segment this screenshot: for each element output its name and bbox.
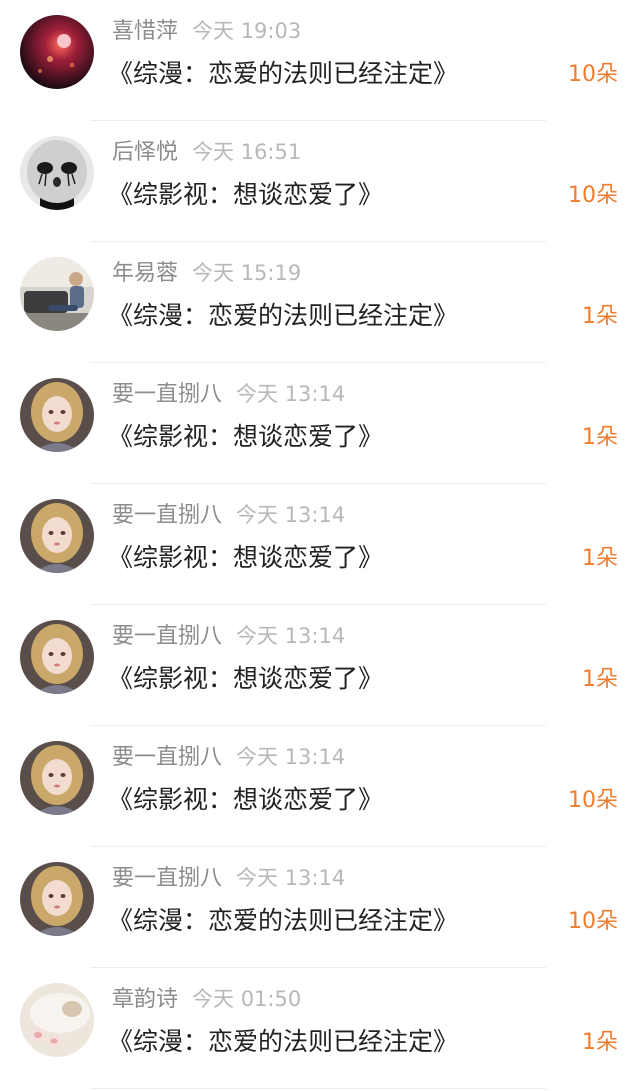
username[interactable]: 章韵诗	[112, 987, 178, 1012]
book-title[interactable]: 《综漫：恋爱的法则已经注定》	[108, 55, 458, 93]
avatar-cat-paws-image	[20, 983, 94, 1057]
timestamp: 今天 19:03	[192, 19, 302, 43]
username[interactable]: 要一直捌八	[112, 503, 222, 528]
gift-count: 1朵	[582, 1030, 618, 1055]
timestamp: 今天 15:19	[192, 261, 302, 285]
list-item[interactable]: 后怿悦 今天 16:51 《综影视：想谈恋爱了》 10朵	[0, 121, 640, 242]
timestamp: 今天 13:14	[236, 745, 346, 769]
avatar[interactable]	[20, 983, 94, 1057]
list-item[interactable]: 要一直捌八 今天 13:14 《综影视：想谈恋爱了》 1朵	[0, 484, 640, 605]
item-meta: 要一直捌八 今天 13:14	[112, 498, 345, 532]
avatar-blonde-girl-image	[20, 499, 94, 573]
avatar[interactable]	[20, 741, 94, 815]
avatar[interactable]	[20, 15, 94, 89]
gift-count: 10朵	[568, 183, 618, 208]
item-meta: 要一直捌八 今天 13:14	[112, 377, 345, 411]
list-item[interactable]: 要一直捌八 今天 13:14 《综影视：想谈恋爱了》 10朵	[0, 726, 640, 847]
book-title[interactable]: 《综影视：想谈恋爱了》	[108, 176, 383, 214]
book-title[interactable]: 《综漫：恋爱的法则已经注定》	[108, 297, 458, 335]
divider	[90, 1088, 546, 1089]
book-title[interactable]: 《综影视：想谈恋爱了》	[108, 418, 383, 456]
book-title[interactable]: 《综影视：想谈恋爱了》	[108, 539, 383, 577]
username[interactable]: 要一直捌八	[112, 745, 222, 770]
username[interactable]: 喜惜萍	[112, 19, 178, 44]
timestamp: 今天 13:14	[236, 866, 346, 890]
item-meta: 要一直捌八 今天 13:14	[112, 740, 345, 774]
username[interactable]: 年易蓉	[112, 261, 178, 286]
gift-count: 10朵	[568, 788, 618, 813]
list-item[interactable]: 要一直捌八 今天 13:14 《综影视：想谈恋爱了》 1朵	[0, 363, 640, 484]
avatar[interactable]	[20, 136, 94, 210]
item-meta: 后怿悦 今天 16:51	[112, 135, 301, 169]
gift-count: 1朵	[582, 546, 618, 571]
book-title[interactable]: 《综影视：想谈恋爱了》	[108, 781, 383, 819]
timestamp: 今天 13:14	[236, 503, 346, 527]
list-item[interactable]: 要一直捌八 今天 13:14 《综影视：想谈恋爱了》 1朵	[0, 605, 640, 726]
item-meta: 要一直捌八 今天 13:14	[112, 861, 345, 895]
username[interactable]: 要一直捌八	[112, 382, 222, 407]
avatar-mask-face-image	[20, 136, 94, 210]
gift-record-list: 喜惜萍 今天 19:03 《综漫：恋爱的法则已经注定》 10朵 后怿悦 今天 16:…	[0, 0, 640, 1091]
item-meta: 要一直捌八 今天 13:14	[112, 619, 345, 653]
avatar-blonde-girl-image	[20, 378, 94, 452]
timestamp: 今天 13:14	[236, 624, 346, 648]
book-title[interactable]: 《综漫：恋爱的法则已经注定》	[108, 1023, 458, 1061]
avatar[interactable]	[20, 378, 94, 452]
avatar-blonde-girl-image	[20, 620, 94, 694]
list-item[interactable]: 年易蓉 今天 15:19 《综漫：恋爱的法则已经注定》 1朵	[0, 242, 640, 363]
avatar-blonde-girl-image	[20, 862, 94, 936]
username[interactable]: 后怿悦	[112, 140, 178, 165]
username[interactable]: 要一直捌八	[112, 866, 222, 891]
gift-count: 1朵	[582, 667, 618, 692]
book-title[interactable]: 《综漫：恋爱的法则已经注定》	[108, 902, 458, 940]
gift-count: 1朵	[582, 304, 618, 329]
avatar-man-sofa-image	[20, 257, 94, 331]
avatar[interactable]	[20, 257, 94, 331]
avatar-red-lights-image	[20, 15, 94, 89]
timestamp: 今天 01:50	[192, 987, 302, 1011]
avatar[interactable]	[20, 862, 94, 936]
gift-count: 10朵	[568, 62, 618, 87]
timestamp: 今天 16:51	[192, 140, 302, 164]
username[interactable]: 要一直捌八	[112, 624, 222, 649]
list-item[interactable]: 要一直捌八 今天 13:14 《综漫：恋爱的法则已经注定》 10朵	[0, 847, 640, 968]
avatar[interactable]	[20, 620, 94, 694]
item-meta: 年易蓉 今天 15:19	[112, 256, 301, 290]
list-item[interactable]: 喜惜萍 今天 19:03 《综漫：恋爱的法则已经注定》 10朵	[0, 0, 640, 121]
book-title[interactable]: 《综影视：想谈恋爱了》	[108, 660, 383, 698]
gift-count: 10朵	[568, 909, 618, 934]
list-item[interactable]: 章韵诗 今天 01:50 《综漫：恋爱的法则已经注定》 1朵	[0, 968, 640, 1089]
avatar-blonde-girl-image	[20, 741, 94, 815]
avatar[interactable]	[20, 499, 94, 573]
timestamp: 今天 13:14	[236, 382, 346, 406]
item-meta: 喜惜萍 今天 19:03	[112, 14, 301, 48]
gift-count: 1朵	[582, 425, 618, 450]
item-meta: 章韵诗 今天 01:50	[112, 982, 301, 1016]
